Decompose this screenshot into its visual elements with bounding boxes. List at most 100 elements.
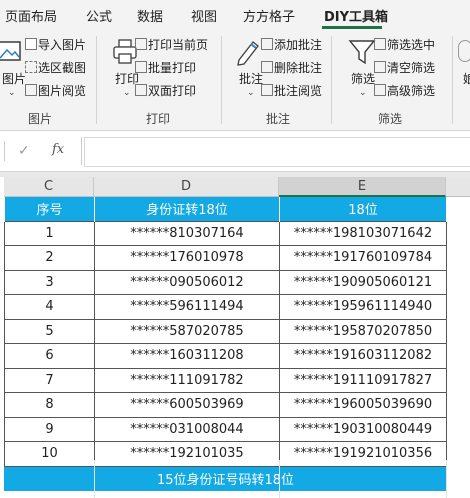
cell-id18[interactable]: ******195961114940: [279, 294, 447, 320]
header-cell-18[interactable]: 18位: [279, 197, 447, 221]
image-big-button[interactable]: 图片: [2, 70, 26, 87]
check-icon[interactable]: ✓: [18, 143, 30, 159]
empty-grid-area: [4, 460, 470, 498]
batch-print-icon: [135, 61, 147, 73]
tab-fangfang[interactable]: 方方格子: [243, 6, 295, 25]
image-icon: [0, 41, 21, 61]
cell-id15[interactable]: ******176010978: [94, 245, 280, 271]
advanced-filter-button[interactable]: 高级筛选: [387, 82, 435, 99]
add-comment-button[interactable]: 添加批注: [274, 36, 322, 53]
cell-id15[interactable]: ******031008044: [94, 416, 280, 442]
formula-divider: [81, 137, 82, 165]
cell-id18[interactable]: ******191603112082: [279, 343, 447, 369]
cell-index[interactable]: 5: [4, 318, 95, 344]
ribbon-separator: [452, 36, 453, 124]
name-box[interactable]: [0, 141, 5, 161]
column-header-d[interactable]: D: [94, 177, 279, 197]
duplex-print-button[interactable]: 双面打印: [148, 82, 196, 99]
tab-page-layout[interactable]: 页面布局: [5, 6, 57, 25]
table-row: 6 ******160311208 ******191603112082: [4, 343, 447, 369]
cell-id15[interactable]: ******600503969: [94, 392, 280, 418]
image-browse-button[interactable]: 图片阅览: [38, 82, 86, 99]
column-header-c[interactable]: C: [4, 177, 94, 197]
filter-selected-button[interactable]: 筛选选中: [387, 36, 435, 53]
fx-icon[interactable]: fx: [52, 142, 64, 157]
print-current-icon: [135, 38, 147, 50]
cell-id18[interactable]: ******190905060121: [279, 269, 447, 295]
gridline: [446, 460, 447, 498]
header-cell-id[interactable]: 身份证转18位: [94, 197, 280, 221]
active-tab-indicator: [322, 26, 382, 29]
advanced-filter-icon: [374, 84, 386, 96]
ribbon-separator: [331, 36, 332, 124]
cell-index[interactable]: 7: [4, 367, 95, 393]
region-screenshot-button[interactable]: 选区截图: [38, 59, 86, 76]
screenshot-icon: [25, 61, 37, 73]
chevron-down-icon[interactable]: ⌄: [8, 88, 16, 98]
print-current-page-button[interactable]: 打印当前页: [148, 36, 208, 53]
cell-id18[interactable]: ******195870207850: [279, 318, 447, 344]
image-browse-icon: [25, 84, 37, 96]
clear-filter-button[interactable]: 清空筛选: [387, 59, 435, 76]
cut-off-button[interactable]: 娘: [463, 70, 470, 87]
group-label-comment: 批注: [266, 112, 291, 126]
cell-index[interactable]: 4: [4, 294, 95, 320]
clear-filter-icon: [374, 61, 386, 73]
chevron-down-icon[interactable]: ⌄: [123, 88, 131, 98]
column-header-e[interactable]: E: [279, 177, 446, 197]
cell-id15[interactable]: ******160311208: [94, 343, 280, 369]
add-comment-icon: [261, 38, 273, 50]
cell-id18[interactable]: ******196005039690: [279, 392, 447, 418]
group-label-print: 打印: [146, 112, 171, 126]
ribbon: 图片 ⌄ 导入图片 选区截图 图片阅览 图片 打印 ⌄ 打印当前页 批量打印 双…: [0, 30, 470, 131]
cell-id18[interactable]: ******190310080449: [279, 416, 447, 442]
table-header-row: 序号 身份证转18位 18位: [4, 197, 447, 221]
formula-input[interactable]: [84, 137, 470, 167]
ribbon-separator: [221, 36, 222, 124]
tab-data[interactable]: 数据: [137, 6, 163, 25]
comment-big-button[interactable]: 批注: [239, 70, 263, 87]
gridline: [94, 460, 95, 498]
tab-view[interactable]: 视图: [191, 6, 217, 25]
cell-index[interactable]: 8: [4, 392, 95, 418]
table-row: 1 ******810307164 ******198103071642: [4, 220, 447, 246]
chevron-down-icon[interactable]: ⌄: [359, 88, 367, 98]
cell-index[interactable]: 3: [4, 269, 95, 295]
tab-formulas[interactable]: 公式: [86, 6, 112, 25]
filter-big-button[interactable]: 筛选: [351, 70, 375, 87]
tab-diy-toolbox[interactable]: DIY工具箱: [324, 6, 388, 25]
cell-index[interactable]: 1: [4, 220, 95, 246]
cell-id15[interactable]: ******587020785: [94, 318, 280, 344]
table-row: 2 ******176010978 ******191760109784: [4, 245, 447, 271]
table-row: 9 ******031008044 ******190310080449: [4, 416, 447, 442]
import-image-button[interactable]: 导入图片: [38, 36, 86, 53]
cell-id15[interactable]: ******111091782: [94, 367, 280, 393]
cell-id15[interactable]: ******090506012: [94, 269, 280, 295]
comment-browse-button[interactable]: 批注阅览: [274, 82, 322, 99]
import-image-icon: [25, 38, 37, 50]
cell-id18[interactable]: ******198103071642: [279, 220, 447, 246]
table-row: 5 ******587020785 ******195870207850: [4, 318, 447, 344]
batch-print-button[interactable]: 批量打印: [148, 59, 196, 76]
chevron-down-icon[interactable]: ⌄: [247, 88, 255, 98]
column-header-f[interactable]: [446, 177, 470, 197]
cell-id15[interactable]: ******810307164: [94, 220, 280, 246]
table-row: 8 ******600503969 ******196005039690: [4, 392, 447, 418]
table-row: 3 ******090506012 ******190905060121: [4, 269, 447, 295]
cell-index[interactable]: 6: [4, 343, 95, 369]
data-table: 序号 身份证转18位 18位 1 ******810307164 ******198…: [4, 197, 447, 491]
cell-id18[interactable]: ******191760109784: [279, 245, 447, 271]
ribbon-separator: [96, 36, 97, 124]
header-cell-index[interactable]: 序号: [4, 197, 95, 221]
cell-index[interactable]: 9: [4, 416, 95, 442]
formula-bar: ✓ fx: [0, 131, 470, 172]
group-label-image: 图片: [28, 112, 53, 126]
cell-id18[interactable]: ******191110917827: [279, 367, 447, 393]
filter-selected-icon: [374, 38, 386, 50]
comment-browse-icon: [261, 84, 273, 96]
group-label-filter: 筛选: [378, 112, 403, 126]
cell-index[interactable]: 2: [4, 245, 95, 271]
cell-id15[interactable]: ******596111494: [94, 294, 280, 320]
delete-comment-button[interactable]: 删除批注: [274, 59, 322, 76]
duplex-print-icon: [135, 84, 147, 96]
